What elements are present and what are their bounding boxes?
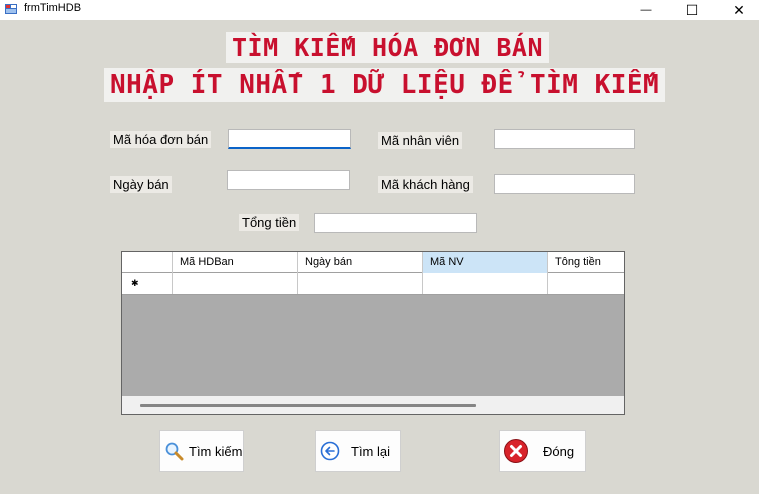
- grid-horizontal-scrollbar[interactable]: [122, 396, 624, 414]
- ma-nv-label: Mã nhân viên: [378, 132, 463, 149]
- ma-kh-input[interactable]: [494, 174, 635, 194]
- grid-column-header[interactable]: Mã HDBan: [173, 252, 298, 273]
- ngay-ban-input[interactable]: [227, 170, 350, 190]
- tong-tien-label: Tổng tiền: [239, 214, 300, 231]
- form-client-area: TÌM KIẾM HÓA ĐƠN BÁN NHẬP ÍT NHẤT 1 DỮ L…: [0, 20, 759, 494]
- ngay-ban-label: Ngày bán: [110, 176, 172, 193]
- maximize-icon: ☐: [685, 1, 699, 18]
- ma-hdb-input[interactable]: [228, 129, 351, 149]
- page-title: TÌM KIẾM HÓA ĐƠN BÁN: [226, 32, 550, 63]
- page-subtitle: NHẬP ÍT NHẤT 1 DỮ LIỆU ĐỂ TÌM KIẾM: [104, 68, 666, 102]
- red-x-icon: [503, 438, 529, 464]
- back-arrow-icon: [319, 440, 341, 462]
- app-icon: [5, 4, 17, 14]
- grid-cell[interactable]: [173, 273, 298, 294]
- window-title: frmTimHDB: [24, 2, 82, 14]
- grid-column-header-selected[interactable]: Mã NV: [423, 252, 548, 273]
- grid-row-header-corner[interactable]: [122, 252, 173, 273]
- grid-cell[interactable]: [423, 273, 548, 294]
- close-icon: ✕: [733, 1, 745, 18]
- ma-hdb-label: Mã hóa đơn bán: [110, 131, 212, 148]
- reset-search-button[interactable]: Tìm lại: [315, 430, 401, 472]
- grid-column-header[interactable]: Tông tiền: [548, 252, 624, 273]
- maximize-button[interactable]: ☐: [672, 0, 712, 20]
- window-titlebar[interactable]: frmTimHDB — ☐ ✕: [0, 0, 759, 20]
- close-window-button[interactable]: ✕: [719, 0, 759, 20]
- scrollbar-thumb[interactable]: [140, 404, 476, 407]
- new-row-marker-icon: ✱: [122, 273, 173, 294]
- grid-header-row: Mã HDBan Ngày bán Mã NV Tông tiền: [122, 252, 624, 273]
- minimize-icon: —: [640, 4, 652, 16]
- tong-tien-input[interactable]: [314, 213, 477, 233]
- minimize-button[interactable]: —: [626, 0, 666, 20]
- magnifier-icon: [163, 440, 185, 462]
- ma-kh-label: Mã khách hàng: [378, 176, 473, 193]
- invoice-data-grid[interactable]: Mã HDBan Ngày bán Mã NV Tông tiền ✱: [121, 251, 625, 415]
- ma-nv-input[interactable]: [494, 129, 635, 149]
- grid-column-header[interactable]: Ngày bán: [298, 252, 423, 273]
- grid-new-row[interactable]: ✱: [122, 273, 624, 295]
- close-form-button[interactable]: Đóng: [499, 430, 586, 472]
- grid-cell[interactable]: [548, 273, 624, 294]
- search-button[interactable]: Tìm kiếm: [159, 430, 244, 472]
- grid-cell[interactable]: [298, 273, 423, 294]
